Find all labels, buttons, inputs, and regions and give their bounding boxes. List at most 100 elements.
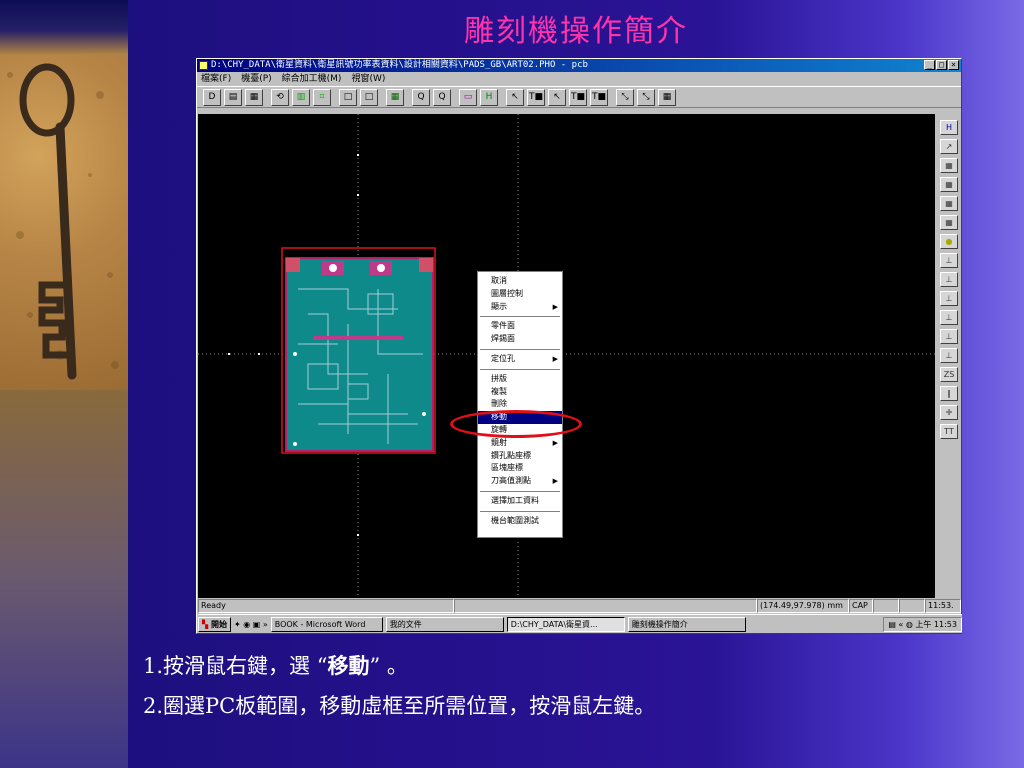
status-coords: (174.49,97.978) mm — [757, 599, 849, 613]
tray-icons[interactable]: ▤ « ◍ — [888, 620, 915, 629]
context-menu-label: 拼版 — [491, 373, 507, 383]
key-photo — [0, 55, 128, 390]
drill4-icon[interactable]: ⊥ — [940, 310, 958, 325]
drill2-icon[interactable]: ⊥ — [940, 272, 958, 287]
window-titlebar[interactable]: D:\CHY_DATA\衛星資料\衛星訊號功率表資料\設計相關資料\PADS_G… — [197, 59, 961, 72]
note-line-2: 2.圈選PC板範圍，移動虛框至所需位置，按滑鼠左鍵。 — [143, 694, 656, 718]
pattern1-icon[interactable]: ▦ — [940, 158, 958, 173]
drill6-icon[interactable]: ⊥ — [940, 348, 958, 363]
context-menu-item[interactable]: 刀高值測點 ▶ — [478, 475, 562, 488]
menu-machine[interactable]: 機臺(P) — [241, 72, 271, 86]
task-pcb[interactable]: D:\CHY_DATA\衛星資... — [506, 616, 625, 632]
context-menu-item[interactable]: 零件面 — [478, 320, 562, 333]
zoom-icon[interactable]: Q — [412, 88, 430, 106]
tool7-icon[interactable]: ⤡ — [637, 88, 655, 106]
layer-icon[interactable]: ▥ — [292, 88, 310, 106]
canvas-drawing — [198, 114, 935, 598]
minimize-button[interactable]: _ — [924, 60, 935, 70]
menu-window[interactable]: 視窗(W) — [351, 72, 385, 86]
arrow-icon[interactable]: ↗ — [940, 139, 958, 154]
menu-bar: 檔案(F) 機臺(P) 綜合加工機(M) 視窗(W) — [197, 72, 961, 86]
context-menu-item[interactable]: 區塊座標 — [478, 462, 562, 475]
zoom2-icon[interactable]: Q — [433, 88, 451, 106]
note1-prefix: 1.按滑鼠右鍵，選 “ — [143, 654, 328, 678]
right-toolbar: H ↗ ▦ ▦ ▦ ▦ ● ⊥ ⊥ ⊥ ⊥ ⊥ ⊥ ZS ∥ ✛ TT — [937, 116, 961, 596]
tool5-icon[interactable]: T■ — [590, 88, 608, 106]
taskbar: ▚ 開始 ✦ ◉ ▣ » BOOK - Microsoft Word 我的文件 … — [198, 614, 962, 633]
app-icon — [199, 61, 208, 70]
context-menu-item[interactable]: 取消 — [478, 275, 562, 288]
context-menu-item[interactable]: 複製 — [478, 386, 562, 399]
context-menu-label: 機台範圍測試 — [491, 515, 539, 525]
context-menu-item[interactable]: 拼版 — [478, 373, 562, 386]
context-menu-label: 鏡射 — [491, 437, 507, 447]
submenu-arrow-icon: ▶ — [552, 477, 558, 486]
context-menu-item[interactable]: 定位孔 ▶ — [478, 353, 562, 366]
note-line-1: 1.按滑鼠右鍵，選 “移動” 。 — [143, 650, 408, 680]
tool4-icon[interactable]: T■ — [569, 88, 587, 106]
close-button[interactable]: × — [948, 60, 959, 70]
spindle-icon[interactable]: ● — [940, 234, 958, 249]
task-ppt[interactable]: 雕刻機操作簡介 — [627, 616, 746, 632]
grid-icon[interactable]: ⌗ — [313, 88, 331, 106]
open-icon[interactable]: ▤ — [224, 88, 242, 106]
undo-icon[interactable]: ⟲ — [271, 88, 289, 106]
task-word[interactable]: BOOK - Microsoft Word — [270, 616, 383, 632]
pause-icon[interactable]: ∥ — [940, 386, 958, 401]
tool6-icon[interactable]: ⤡ — [616, 88, 634, 106]
menu-file[interactable]: 檔案(F) — [201, 72, 231, 86]
save-icon[interactable]: ▦ — [245, 88, 263, 106]
frame-icon[interactable]: □ — [339, 88, 357, 106]
tool8-icon[interactable]: ▦ — [658, 88, 676, 106]
menu-separator — [480, 510, 560, 512]
move-icon[interactable]: ✛ — [940, 405, 958, 420]
clock: 上午 11:53 — [915, 619, 957, 629]
measure-icon[interactable]: H — [480, 88, 498, 106]
menu-separator — [480, 490, 560, 492]
submenu-arrow-icon: ▶ — [552, 438, 558, 447]
windows-icon: ▚ — [202, 619, 209, 629]
pcb-canvas[interactable] — [198, 114, 935, 598]
system-tray: ▤ « ◍ 上午 11:53 — [883, 616, 962, 632]
context-menu-item[interactable]: 鑽孔點座標 — [478, 450, 562, 463]
app-window: D:\CHY_DATA\衛星資料\衛星訊號功率表資料\設計相關資料\PADS_G… — [196, 58, 962, 634]
status-scrl — [899, 599, 925, 613]
quicklaunch-icons[interactable]: ✦ ◉ ▣ » — [234, 620, 268, 629]
context-menu-item[interactable]: 焊錫面 — [478, 333, 562, 346]
start-label: 開始 — [210, 619, 227, 629]
context-menu-item[interactable]: 圖層控制 — [478, 288, 562, 301]
drill1-icon[interactable]: ⊥ — [940, 253, 958, 268]
status-time: 11:53. — [925, 599, 961, 613]
context-menu-label: 顯示 — [491, 301, 507, 311]
menu-cnc[interactable]: 綜合加工機(M) — [282, 72, 342, 86]
zs-icon[interactable]: ZS — [940, 367, 958, 382]
context-menu-item[interactable]: 鏡射 ▶ — [478, 437, 562, 450]
status-empty — [454, 599, 757, 613]
home-icon[interactable]: H — [940, 120, 958, 135]
drill3-icon[interactable]: ⊥ — [940, 291, 958, 306]
status-bar: Ready (174.49,97.978) mm CAP 11:53. — [198, 599, 962, 613]
pattern4-icon[interactable]: ▦ — [940, 215, 958, 230]
tt-icon[interactable]: TT — [940, 424, 958, 439]
drill5-icon[interactable]: ⊥ — [940, 329, 958, 344]
pattern2-icon[interactable]: ▦ — [940, 177, 958, 192]
status-num — [873, 599, 899, 613]
new-icon[interactable]: D — [203, 88, 221, 106]
tool1-icon[interactable]: ↖ — [506, 88, 524, 106]
tool3-icon[interactable]: ↖ — [548, 88, 566, 106]
context-menu-label: 零件面 — [491, 321, 515, 331]
context-menu-item[interactable]: 選擇加工資料 — [478, 495, 562, 508]
pattern3-icon[interactable]: ▦ — [940, 196, 958, 211]
layers-icon[interactable]: ▭ — [459, 88, 477, 106]
context-menu-label: 選擇加工資料 — [491, 495, 539, 505]
maximize-button[interactable]: □ — [936, 60, 947, 70]
submenu-arrow-icon: ▶ — [552, 354, 558, 363]
tool2-icon[interactable]: T■ — [527, 88, 545, 106]
task-mydocs[interactable]: 我的文件 — [385, 616, 504, 632]
context-menu-item[interactable]: 機台範圍測試 — [478, 515, 562, 528]
panel-icon[interactable]: ▦ — [386, 88, 404, 106]
frame2-icon[interactable]: □ — [360, 88, 378, 106]
context-menu-item[interactable]: 顯示 ▶ — [478, 301, 562, 314]
note1-suffix: ” 。 — [369, 654, 408, 678]
start-button[interactable]: ▚ 開始 — [198, 616, 231, 632]
